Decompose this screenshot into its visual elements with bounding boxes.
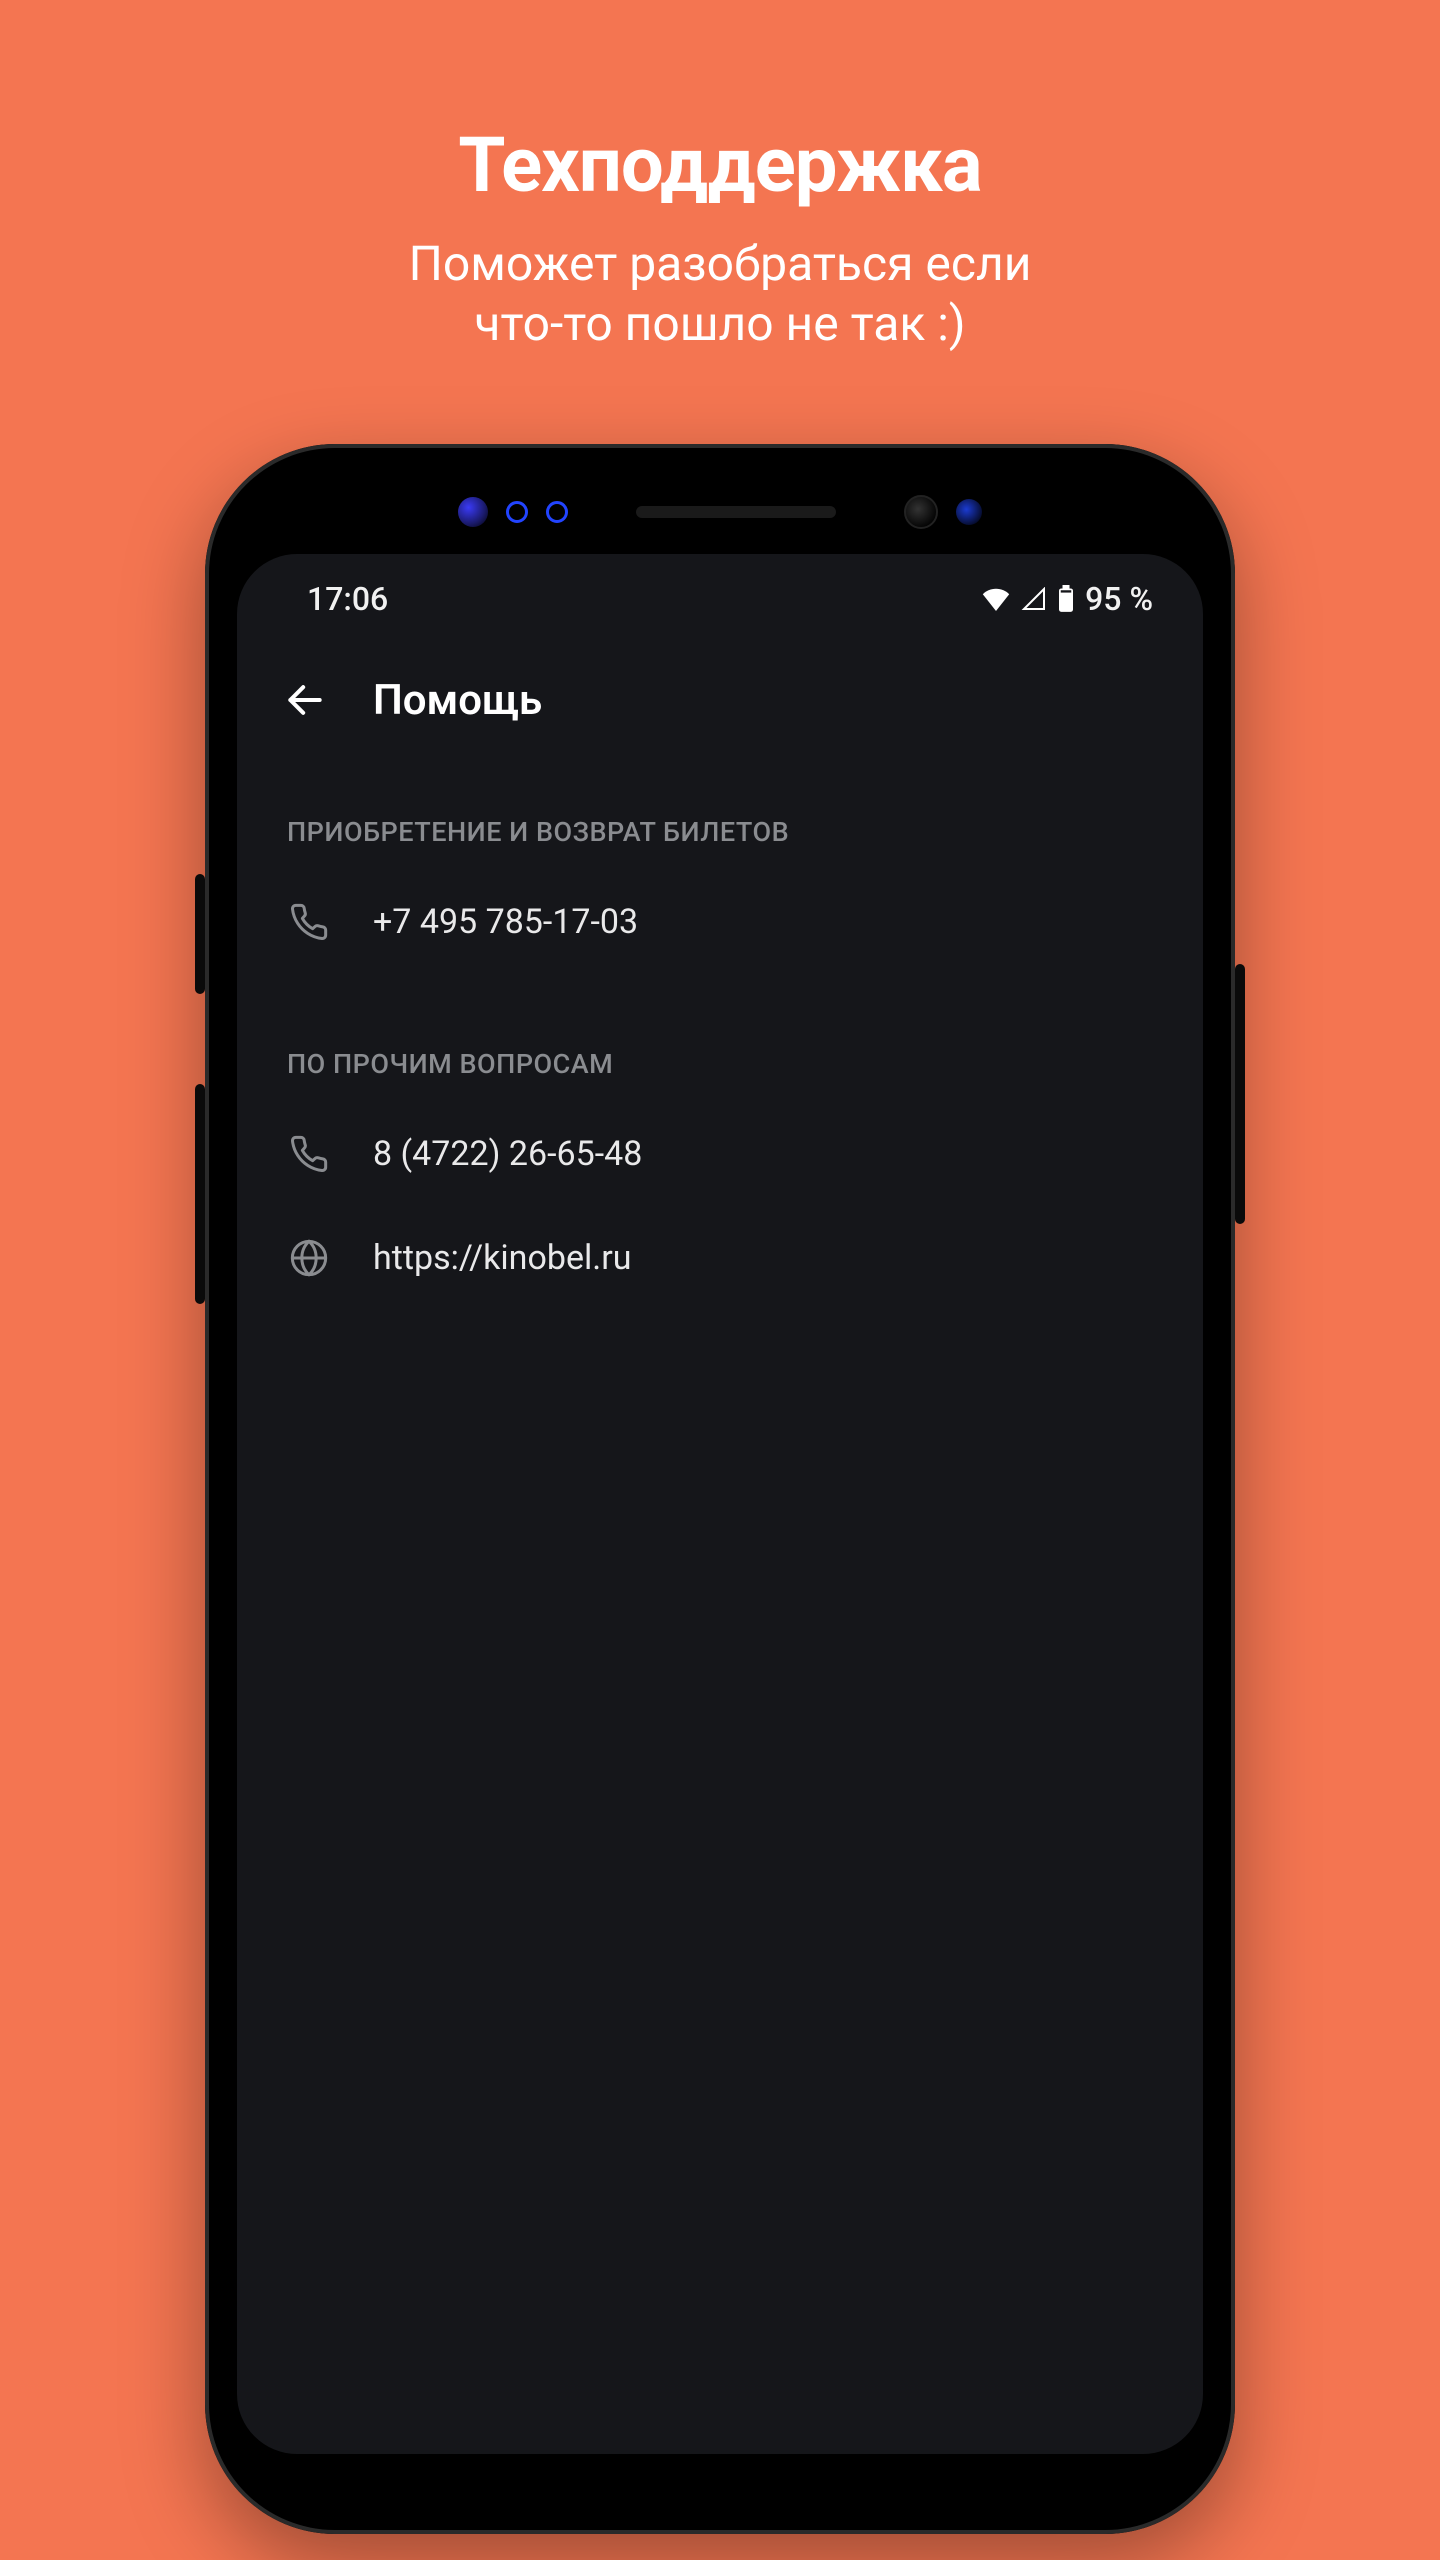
back-button[interactable] [277, 672, 333, 728]
section-header-tickets: ПРИОБРЕТЕНИЕ И ВОЗВРАТ БИЛЕТОВ [287, 816, 1153, 848]
screen: 17:06 95 % [237, 554, 1203, 2454]
arrow-left-icon [283, 678, 327, 722]
status-bar: 17:06 95 % [237, 554, 1203, 644]
phone-sensor-cluster [205, 492, 1235, 532]
phone-frame: 17:06 95 % [205, 444, 1235, 2534]
app-bar: Помощь [237, 644, 1203, 756]
globe-icon [287, 1236, 331, 1280]
phone-side-button [195, 1084, 205, 1304]
sensor-dot [956, 499, 982, 525]
promo-title: Техподдержка [458, 120, 981, 210]
page-title: Помощь [373, 676, 542, 725]
status-battery-text: 95 % [1085, 580, 1153, 618]
phone-row-other[interactable]: 8 (4722) 26-65-48 [287, 1116, 1153, 1192]
phone-side-button [195, 874, 205, 994]
phone-icon [287, 900, 331, 944]
promo-subtitle-line2: что-то пошло не так :) [474, 295, 965, 352]
signal-icon [1021, 587, 1047, 611]
phone-number-tickets: +7 495 785-17-03 [373, 902, 638, 942]
phone-number-other: 8 (4722) 26-65-48 [373, 1134, 642, 1174]
front-camera [904, 495, 938, 529]
battery-icon [1057, 585, 1075, 613]
promo-subtitle: Поможет разобраться если что-то пошло не… [409, 234, 1032, 354]
help-content: ПРИОБРЕТЕНИЕ И ВОЗВРАТ БИЛЕТОВ +7 495 78… [237, 756, 1203, 1324]
section-header-other: ПО ПРОЧИМ ВОПРОСАМ [287, 1048, 1153, 1080]
sensor-dot [506, 501, 528, 523]
sensor-dot [546, 501, 568, 523]
promo-subtitle-line1: Поможет разобраться если [409, 235, 1032, 292]
sensor-dot [458, 497, 488, 527]
phone-side-button [1235, 964, 1245, 1224]
wifi-icon [981, 587, 1011, 611]
speaker-slot [636, 506, 836, 518]
phone-icon [287, 1132, 331, 1176]
website-row[interactable]: https://kinobel.ru [287, 1220, 1153, 1296]
phone-row-tickets[interactable]: +7 495 785-17-03 [287, 884, 1153, 960]
status-time: 17:06 [307, 580, 388, 618]
website-url: https://kinobel.ru [373, 1238, 631, 1278]
